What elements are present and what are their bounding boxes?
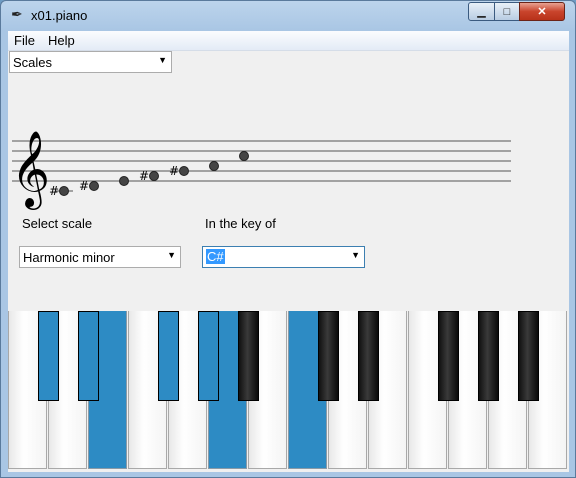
scale-select-value: Harmonic minor [23, 250, 115, 265]
client-area: File Help Scales ▼ 𝄞 # # # # Select scale I… [8, 31, 569, 472]
black-key[interactable] [438, 311, 459, 401]
note-D#4 [89, 181, 99, 191]
minimize-icon: ▁ [477, 6, 486, 18]
note-E4 [119, 176, 129, 186]
staff-lines [12, 140, 511, 182]
sharp-sign: # [49, 184, 59, 198]
note-C#4 [59, 186, 69, 196]
black-key[interactable] [358, 311, 379, 401]
key-select-value: C# [206, 249, 225, 264]
treble-clef-icon: 𝄞 [11, 130, 50, 210]
maximize-button[interactable]: □ [494, 2, 520, 21]
black-key[interactable] [518, 311, 539, 401]
chevron-down-icon: ▼ [167, 250, 176, 260]
piano-keyboard [8, 311, 569, 472]
sharp-sign: # [139, 169, 149, 183]
black-key[interactable] [198, 311, 219, 401]
sharp-sign: # [79, 179, 89, 193]
black-key[interactable] [78, 311, 99, 401]
note-F#4 [149, 171, 159, 181]
minimize-button[interactable]: ▁ [468, 2, 495, 21]
black-key[interactable] [158, 311, 179, 401]
close-button[interactable]: ✕ [519, 2, 565, 21]
title-bar[interactable]: ✒ x01.piano ▁ □ ✕ [1, 1, 575, 31]
key-label: In the key of [205, 216, 276, 231]
note-B#4 [239, 151, 249, 161]
app-window: ✒ x01.piano ▁ □ ✕ File Help Scales ▼ 𝄞 #… [0, 0, 576, 478]
scale-select[interactable]: Harmonic minor ▼ [19, 246, 181, 268]
chevron-down-icon: ▼ [351, 250, 360, 260]
note-G#4 [179, 166, 189, 176]
maximize-icon: □ [503, 5, 511, 18]
scale-label: Select scale [22, 216, 93, 231]
black-key[interactable] [238, 311, 259, 401]
music-staff: 𝄞 # # # # [11, 130, 511, 210]
staff-notes: # # # # [49, 151, 249, 198]
close-icon: ✕ [537, 6, 547, 18]
note-A4 [209, 161, 219, 171]
key-select[interactable]: C# ▼ [202, 246, 365, 268]
sharp-sign: # [169, 164, 179, 178]
black-key[interactable] [478, 311, 499, 401]
black-key[interactable] [38, 311, 59, 401]
window-title: x01.piano [31, 8, 88, 23]
black-key[interactable] [318, 311, 339, 401]
feather-pen-icon: ✒ [11, 7, 23, 23]
